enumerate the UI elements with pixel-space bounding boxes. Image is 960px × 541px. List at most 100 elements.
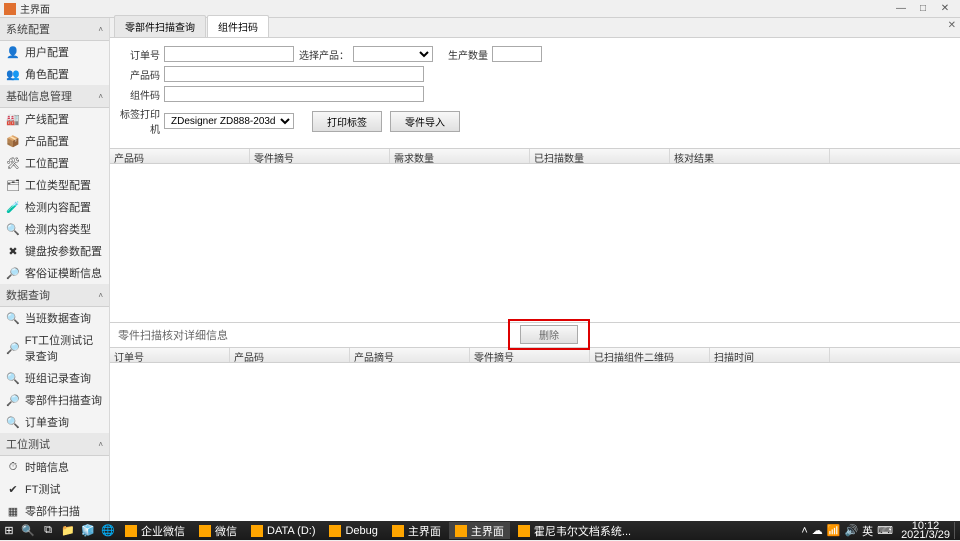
taskbar-item[interactable]: 企业微信 bbox=[119, 522, 191, 539]
sidebar-item[interactable]: 🔍检测内容类型 bbox=[0, 218, 109, 240]
tab-close-icon[interactable]: ✕ bbox=[948, 20, 956, 31]
table-column-header[interactable]: 需求数量 bbox=[390, 149, 530, 163]
sidebar-item[interactable]: 🔎 零部件扫描查询 bbox=[0, 389, 109, 411]
cloud-icon[interactable]: ☁ bbox=[812, 524, 823, 537]
close-button[interactable]: ✕ bbox=[934, 2, 956, 16]
print-label-button[interactable]: 打印标签 bbox=[312, 111, 382, 132]
taskbar-item[interactable]: Debug bbox=[323, 522, 383, 539]
start-button[interactable]: ⊞ bbox=[0, 522, 18, 540]
network-icon[interactable]: 📶 bbox=[827, 524, 841, 537]
sidebar-item-label: 键盘按参数配置 bbox=[25, 243, 102, 259]
tab-bar: 零部件扫描查询组件扫码 ✕ bbox=[110, 18, 960, 38]
search-icon[interactable]: 🔍 bbox=[20, 523, 36, 539]
sidebar-item[interactable]: ⏱时暗信息 bbox=[0, 456, 109, 478]
table-column-header[interactable]: 产品码 bbox=[230, 348, 350, 362]
tray-chevron-icon[interactable]: ˄ bbox=[801, 525, 807, 537]
table-column-header[interactable]: 已扫描数量 bbox=[530, 149, 670, 163]
tab[interactable]: 零部件扫描查询 bbox=[114, 15, 206, 37]
sidebar-item-label: 用户配置 bbox=[25, 44, 69, 60]
sidebar-item-label: 工位类型配置 bbox=[25, 177, 91, 193]
sidebar-item[interactable]: ✖键盘按参数配置 bbox=[0, 240, 109, 262]
sidebar-item-icon: ✔ bbox=[6, 482, 20, 496]
table-column-header[interactable]: 订单号 bbox=[110, 348, 230, 362]
sidebar-item-label: 检测内容类型 bbox=[25, 221, 91, 237]
sidebar-item[interactable]: 🔍当班数据查询 bbox=[0, 307, 109, 329]
order-no-label: 订单号 bbox=[120, 47, 160, 62]
sidebar-item[interactable]: 👥角色配置 bbox=[0, 63, 109, 85]
product-code-label: 产品码 bbox=[120, 67, 160, 82]
table-column-header[interactable]: 已扫描组件二维码 bbox=[590, 348, 710, 362]
minimize-button[interactable]: — bbox=[890, 2, 912, 16]
sidebar-item-icon: ▦ bbox=[6, 504, 20, 518]
sidebar-item-icon: 🔍 bbox=[6, 371, 20, 385]
sidebar-item[interactable]: 🔍 订单查询 bbox=[0, 411, 109, 433]
order-no-input[interactable] bbox=[164, 46, 294, 62]
sidebar-item-icon: 🏭 bbox=[6, 112, 20, 126]
sidebar-group-header[interactable]: 系统配置˄ bbox=[0, 18, 109, 41]
pinned-app-icon[interactable]: 🧊 bbox=[80, 523, 96, 539]
sidebar-item-label: 零部件扫描查询 bbox=[25, 392, 102, 408]
chevron-up-icon: ˄ bbox=[98, 291, 103, 300]
taskbar-item[interactable]: 霍尼韦尔文档系统... bbox=[512, 522, 637, 539]
sidebar-item[interactable]: 🔎FT工位测试记录查询 bbox=[0, 329, 109, 367]
ime-symbol[interactable]: ⌨ bbox=[877, 524, 893, 537]
sidebar-item-icon: 🔍 bbox=[6, 311, 20, 325]
taskbar-item-icon bbox=[455, 525, 467, 537]
select-product-dropdown[interactable] bbox=[353, 46, 433, 62]
ime-indicator[interactable]: 英 bbox=[862, 523, 873, 539]
label-printer-dropdown[interactable]: ZDesigner ZD888-203dpi ZPL bbox=[164, 113, 294, 129]
production-qty-input[interactable] bbox=[492, 46, 542, 62]
table-column-header[interactable]: 零件摘号 bbox=[250, 149, 390, 163]
production-qty-label: 生产数量 bbox=[433, 47, 488, 62]
sidebar-item-icon: 🔎 bbox=[6, 393, 20, 407]
task-view-icon[interactable]: ⧉ bbox=[40, 523, 56, 539]
sidebar-group-header[interactable]: 数据查询˄ bbox=[0, 284, 109, 307]
edge-icon[interactable]: 🌐 bbox=[100, 523, 116, 539]
taskbar-item-icon bbox=[329, 525, 341, 537]
tab[interactable]: 组件扫码 bbox=[207, 15, 269, 37]
sidebar-item[interactable]: 🔍班组记录查询 bbox=[0, 367, 109, 389]
sidebar-item[interactable]: 🏭 产线配置 bbox=[0, 108, 109, 130]
chevron-up-icon: ˄ bbox=[98, 92, 103, 101]
table-column-header[interactable]: 产品码 bbox=[110, 149, 250, 163]
sidebar-item[interactable]: ▦零部件扫描 bbox=[0, 500, 109, 521]
table-column-header[interactable]: 产品摘号 bbox=[350, 348, 470, 362]
sidebar-group-header[interactable]: 工位测试˄ bbox=[0, 433, 109, 456]
sidebar-item-icon: 🔍 bbox=[6, 415, 20, 429]
taskbar-item[interactable]: DATA (D:) bbox=[245, 522, 321, 539]
sidebar-item[interactable]: 🧪检测内容配置 bbox=[0, 196, 109, 218]
taskbar-item[interactable]: 主界面 bbox=[386, 522, 447, 539]
label-printer-label: 标签打印机 bbox=[120, 106, 160, 136]
sidebar-item[interactable]: 📦产品配置 bbox=[0, 130, 109, 152]
sidebar-item-label: 订单查询 bbox=[25, 414, 69, 430]
sidebar-item[interactable]: ✔FT测试 bbox=[0, 478, 109, 500]
table1-header: 产品码零件摘号需求数量已扫描数量核对结果 bbox=[110, 148, 960, 164]
taskbar-item-icon bbox=[518, 525, 530, 537]
maximize-button[interactable]: □ bbox=[912, 2, 934, 16]
taskbar-clock[interactable]: 10:12 2021/3/29 bbox=[897, 522, 954, 540]
system-tray[interactable]: ˄ ☁ 📶 🔊 英 ⌨ bbox=[797, 523, 897, 539]
sidebar-group-header[interactable]: 基础信息管理˄ bbox=[0, 85, 109, 108]
sidebar-item[interactable]: 🛠工位配置 bbox=[0, 152, 109, 174]
sidebar-item[interactable]: 👤用户配置 bbox=[0, 41, 109, 63]
sidebar-item-label: 时暗信息 bbox=[25, 459, 69, 475]
sidebar-item-label: 检测内容配置 bbox=[25, 199, 91, 215]
sidebar-item-icon: 🔎 bbox=[6, 341, 20, 355]
volume-icon[interactable]: 🔊 bbox=[844, 524, 858, 537]
table-column-header[interactable]: 扫描时间 bbox=[710, 348, 830, 362]
sidebar-item-label: 产线配置 bbox=[25, 111, 69, 127]
import-parts-button[interactable]: 零件导入 bbox=[390, 111, 460, 132]
delete-button-highlight: 删除 bbox=[508, 319, 590, 350]
sidebar-item[interactable]: 🔎客俗证模断信息 bbox=[0, 262, 109, 284]
component-code-input[interactable] bbox=[164, 86, 424, 102]
sidebar-item-label: 产品配置 bbox=[25, 133, 69, 149]
table-column-header[interactable]: 核对结果 bbox=[670, 149, 830, 163]
taskbar-item[interactable]: 主界面 bbox=[449, 522, 510, 539]
taskbar-item[interactable]: 微信 bbox=[193, 522, 243, 539]
sidebar-item[interactable]: 🗂工位类型配置 bbox=[0, 174, 109, 196]
table-column-header[interactable]: 零件摘号 bbox=[470, 348, 590, 362]
product-code-input[interactable] bbox=[164, 66, 424, 82]
show-desktop-button[interactable] bbox=[954, 522, 960, 539]
delete-button[interactable]: 删除 bbox=[520, 325, 578, 344]
explorer-icon[interactable]: 📁 bbox=[60, 523, 76, 539]
